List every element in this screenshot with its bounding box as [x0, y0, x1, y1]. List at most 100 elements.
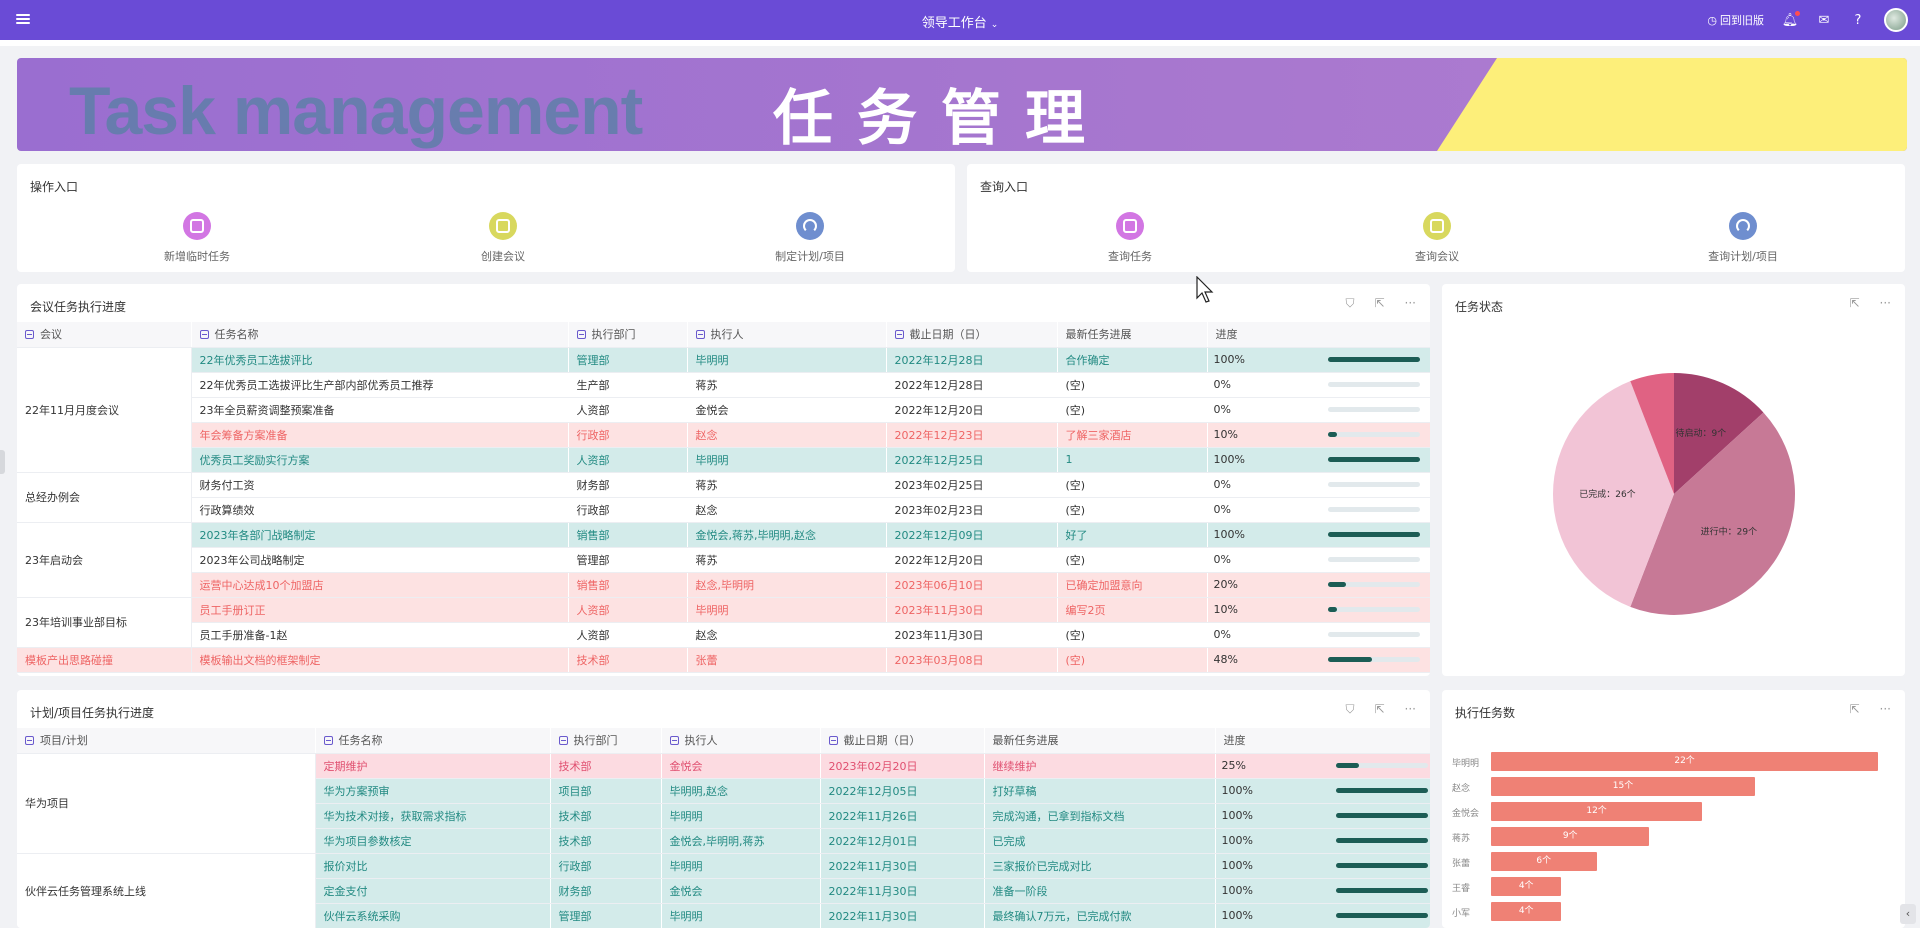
workspace-title[interactable]: 领导工作台 ⌄: [0, 12, 1920, 31]
table-cell[interactable]: 财务部: [550, 878, 662, 904]
expand-icon[interactable]: ⇱: [1849, 296, 1859, 310]
bar[interactable]: 9个: [1491, 827, 1650, 846]
table-cell[interactable]: 2022年12月01日: [820, 828, 985, 854]
table-cell[interactable]: 赵念,毕明明: [687, 572, 887, 598]
table-cell[interactable]: (空): [1057, 497, 1208, 523]
filter-icon[interactable]: ⛉: [1345, 702, 1354, 717]
table-cell[interactable]: 技术部: [550, 828, 662, 854]
bar[interactable]: 12个: [1491, 802, 1703, 821]
table-cell[interactable]: (空): [1057, 472, 1208, 498]
table-cell[interactable]: 赵念: [687, 422, 887, 448]
table-row[interactable]: 23年培训事业部目标 员工手册订正 人资部 毕明明 2023年11月30日 编写2页 10%: [17, 597, 1430, 648]
table-cell[interactable]: (空): [1057, 372, 1208, 398]
table-cell[interactable]: 伙伴云系统采购: [315, 903, 551, 928]
group-cell[interactable]: 华为项目: [17, 753, 316, 854]
table-cell[interactable]: 财务部: [568, 472, 688, 498]
table-cell[interactable]: 员工手册准备-1赵: [191, 622, 569, 648]
group-cell[interactable]: 伙伴云任务管理系统上线: [17, 853, 316, 928]
expand-icon[interactable]: ⇱: [1849, 702, 1859, 716]
table-cell[interactable]: 好了: [1057, 522, 1208, 548]
bar[interactable]: 6个: [1491, 852, 1597, 871]
table-cell[interactable]: 行政部: [550, 853, 662, 879]
table-cell[interactable]: 2022年12月23日: [886, 422, 1058, 448]
table-cell[interactable]: 人资部: [568, 447, 688, 473]
column-header[interactable]: 进度: [1207, 322, 1430, 348]
column-header[interactable]: 执行部门: [568, 322, 688, 348]
table-cell[interactable]: 2022年12月28日: [886, 347, 1058, 373]
table-cell[interactable]: 技术部: [550, 753, 662, 779]
column-header[interactable]: 截止日期（日）: [820, 728, 985, 754]
table-cell[interactable]: 打好草稿: [984, 778, 1216, 804]
table-row[interactable]: 年会筹备方案准备 行政部 赵念 2022年12月23日 了解三家酒店 10%: [17, 422, 1430, 448]
table-cell[interactable]: 2023年02月23日: [886, 497, 1058, 523]
column-header[interactable]: 执行部门: [550, 728, 662, 754]
table-cell[interactable]: 2023年03月08日: [886, 647, 1058, 673]
table-cell[interactable]: 毕明明: [687, 597, 887, 623]
bar[interactable]: 4个: [1491, 877, 1562, 896]
column-header[interactable]: 执行人: [661, 728, 821, 754]
table-cell[interactable]: 金悦会,蒋苏,毕明明,赵念: [687, 522, 887, 548]
table-cell[interactable]: 2023年公司战略制定: [191, 547, 569, 573]
bar[interactable]: 4个: [1491, 902, 1562, 921]
table-cell[interactable]: 继续维护: [984, 753, 1216, 779]
table-cell[interactable]: 2022年11月30日: [820, 903, 985, 928]
help-icon[interactable]: ?: [1850, 12, 1866, 28]
table-cell[interactable]: 赵念: [687, 622, 887, 648]
table-cell[interactable]: 行政算绩效: [191, 497, 569, 523]
mail-icon[interactable]: ✉: [1816, 12, 1832, 28]
more-icon[interactable]: ···: [1880, 702, 1891, 716]
table-cell[interactable]: 金悦会: [661, 878, 821, 904]
expand-icon[interactable]: ⇱: [1374, 702, 1384, 717]
table-cell[interactable]: 三家报价已完成对比: [984, 853, 1216, 879]
table-row[interactable]: 华为项目 定期维护 技术部 金悦会 2023年02月20日 继续维护 25%: [17, 753, 1430, 854]
table-row[interactable]: 员工手册准备-1赵 人资部 赵念 2023年11月30日 (空) 0%: [17, 622, 1430, 648]
more-icon[interactable]: ···: [1405, 296, 1416, 311]
column-header[interactable]: 最新任务进展: [1057, 322, 1208, 348]
table-cell[interactable]: 2022年11月30日: [820, 878, 985, 904]
table-cell[interactable]: 蒋苏: [687, 372, 887, 398]
avatar[interactable]: [1884, 8, 1908, 32]
group-cell[interactable]: 22年11月月度会议: [17, 347, 192, 473]
table-cell[interactable]: 完成沟通，已拿到指标文档: [984, 803, 1216, 829]
table-cell[interactable]: 编写2页: [1057, 597, 1208, 623]
table-cell[interactable]: 毕明明: [661, 803, 821, 829]
table-cell[interactable]: 1: [1057, 447, 1208, 473]
table-cell[interactable]: 了解三家酒店: [1057, 422, 1208, 448]
table-cell[interactable]: 2023年11月30日: [886, 597, 1058, 623]
table-cell[interactable]: 2022年12月05日: [820, 778, 985, 804]
table-row[interactable]: 23年启动会 2023年各部门战略制定 销售部 金悦会,蒋苏,毕明明,赵念 2022年1…: [17, 522, 1430, 598]
table-row[interactable]: 总经办例会 财务付工资 财务部 蒋苏 2023年02月25日 (空) 0%: [17, 472, 1430, 523]
table-cell[interactable]: 销售部: [568, 572, 688, 598]
table-cell[interactable]: 华为项目参数核定: [315, 828, 551, 854]
table-cell[interactable]: 财务付工资: [191, 472, 569, 498]
table-cell[interactable]: 张蕾: [687, 647, 887, 673]
table-row[interactable]: 模板产出思路碰撞 模板输出文档的框架制定 技术部 张蕾 2023年03月08日 (空) 48…: [17, 647, 1430, 673]
table-cell[interactable]: (空): [1057, 397, 1208, 423]
table-cell[interactable]: 行政部: [568, 497, 688, 523]
column-header[interactable]: 最新任务进展: [984, 728, 1216, 754]
entry-query-plan[interactable]: 查询计划/项目: [1673, 212, 1813, 264]
table-cell[interactable]: 2023年02月25日: [886, 472, 1058, 498]
table-cell[interactable]: 定金支付: [315, 878, 551, 904]
entry-query-task[interactable]: 查询任务: [1060, 212, 1200, 264]
table-cell[interactable]: 2022年12月20日: [886, 547, 1058, 573]
table-cell[interactable]: 人资部: [568, 597, 688, 623]
table-cell[interactable]: 2022年12月09日: [886, 522, 1058, 548]
table-cell[interactable]: 员工手册订正: [191, 597, 569, 623]
bar[interactable]: 22个: [1491, 752, 1879, 771]
column-header[interactable]: 截止日期（日）: [886, 322, 1058, 348]
column-header[interactable]: 会议: [17, 322, 192, 348]
entry-create-meeting[interactable]: 创建会议: [433, 212, 573, 264]
table-cell[interactable]: 金悦会: [661, 753, 821, 779]
table-cell[interactable]: 人资部: [568, 622, 688, 648]
table-row[interactable]: 优秀员工奖励实行方案 人资部 毕明明 2022年12月25日 1 100%: [17, 447, 1430, 473]
table-row[interactable]: 运营中心达成10个加盟店 销售部 赵念,毕明明 2023年06月10日 已确定加盟意向 2…: [17, 572, 1430, 598]
table-cell[interactable]: 毕明明: [661, 903, 821, 928]
table-cell[interactable]: 2022年12月25日: [886, 447, 1058, 473]
table-cell[interactable]: 金悦会: [687, 397, 887, 423]
table-cell[interactable]: 蒋苏: [687, 547, 887, 573]
entry-new-temp-task[interactable]: 新增临时任务: [127, 212, 267, 264]
table-cell[interactable]: 定期维护: [315, 753, 551, 779]
group-cell[interactable]: 23年启动会: [17, 522, 192, 598]
expand-icon[interactable]: ⇱: [1374, 296, 1384, 311]
